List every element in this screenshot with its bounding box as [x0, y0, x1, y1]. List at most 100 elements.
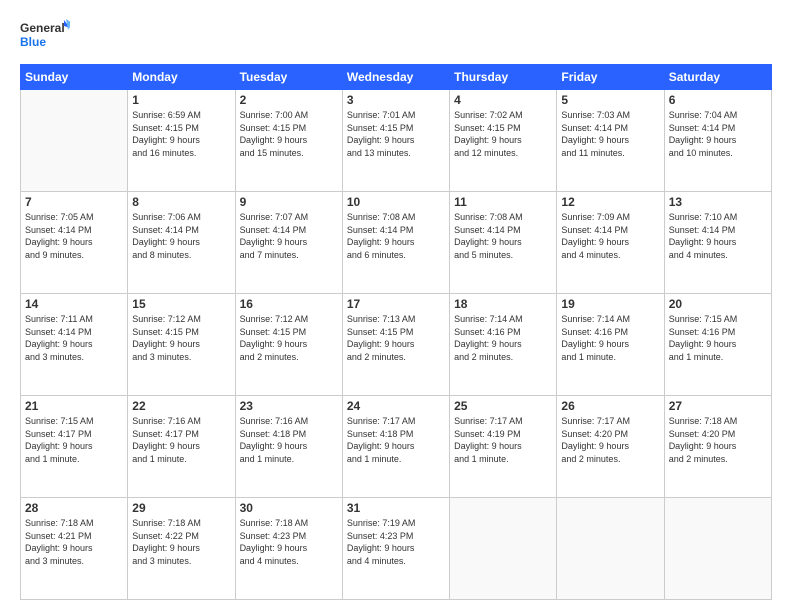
svg-text:Blue: Blue [20, 35, 46, 49]
weekday-header-saturday: Saturday [664, 65, 771, 90]
day-number: 10 [347, 195, 445, 209]
week-row-5: 28 Sunrise: 7:18 AM Sunset: 4:21 PM Dayli… [21, 498, 772, 600]
day-info: Sunrise: 6:59 AM Sunset: 4:15 PM Dayligh… [132, 109, 230, 159]
day-number: 21 [25, 399, 123, 413]
calendar-cell [450, 498, 557, 600]
day-number: 24 [347, 399, 445, 413]
calendar-cell: 15Sunrise: 7:12 AM Sunset: 4:15 PM Dayli… [128, 294, 235, 396]
day-number: 31 [347, 501, 445, 515]
calendar: SundayMondayTuesdayWednesdayThursdayFrid… [20, 64, 772, 600]
day-info: Sunrise: 7:14 AM Sunset: 4:16 PM Dayligh… [561, 313, 659, 363]
day-number: 16 [240, 297, 338, 311]
calendar-cell: 20 Sunrise: 7:15 AM Sunset: 4:16 PM Dayli… [664, 294, 771, 396]
page: General Blue SundayMondayTuesdayWednesda… [0, 0, 792, 612]
header: General Blue [20, 18, 772, 54]
day-info: Sunrise: 7:02 AM Sunset: 4:15 PM Dayligh… [454, 109, 552, 159]
week-row-3: 14 Sunrise: 7:11 AM Sunset: 4:14 PM Dayli… [21, 294, 772, 396]
day-number: 18 [454, 297, 552, 311]
day-info: Sunrise: 7:15 AM Sunset: 4:16 PM Dayligh… [669, 313, 767, 363]
day-number: 14 [25, 297, 123, 311]
day-info: Sunrise: 7:12 AM Sunset: 4:15 PM Dayligh… [240, 313, 338, 363]
day-info: Sunrise: 7:04 AM Sunset: 4:14 PM Dayligh… [669, 109, 767, 159]
day-number: 20 [669, 297, 767, 311]
calendar-cell: 17Sunrise: 7:13 AM Sunset: 4:15 PM Dayli… [342, 294, 449, 396]
calendar-cell: 3 Sunrise: 7:01 AM Sunset: 4:15 PM Daylig… [342, 90, 449, 192]
calendar-cell: 7 Sunrise: 7:05 AM Sunset: 4:14 PM Daylig… [21, 192, 128, 294]
calendar-cell [664, 498, 771, 600]
day-info: Sunrise: 7:11 AM Sunset: 4:14 PM Dayligh… [25, 313, 123, 363]
logo-svg: General Blue [20, 18, 70, 54]
calendar-cell: 29 Sunrise: 7:18 AM Sunset: 4:22 PM Dayli… [128, 498, 235, 600]
day-number: 11 [454, 195, 552, 209]
calendar-cell: 11 Sunrise: 7:08 AM Sunset: 4:14 PM Dayli… [450, 192, 557, 294]
day-info: Sunrise: 7:15 AM Sunset: 4:17 PM Dayligh… [25, 415, 123, 465]
day-number: 3 [347, 93, 445, 107]
day-info: Sunrise: 7:17 AM Sunset: 4:20 PM Dayligh… [561, 415, 659, 465]
day-number: 13 [669, 195, 767, 209]
day-number: 22 [132, 399, 230, 413]
day-info: Sunrise: 7:17 AM Sunset: 4:19 PM Dayligh… [454, 415, 552, 465]
day-info: Sunrise: 7:18 AM Sunset: 4:22 PM Dayligh… [132, 517, 230, 567]
weekday-header-monday: Monday [128, 65, 235, 90]
calendar-cell: 21 Sunrise: 7:15 AM Sunset: 4:17 PM Dayli… [21, 396, 128, 498]
calendar-cell: 22 Sunrise: 7:16 AM Sunset: 4:17 PM Dayli… [128, 396, 235, 498]
day-number: 19 [561, 297, 659, 311]
day-info: Sunrise: 7:14 AM Sunset: 4:16 PM Dayligh… [454, 313, 552, 363]
day-number: 26 [561, 399, 659, 413]
day-info: Sunrise: 7:16 AM Sunset: 4:17 PM Dayligh… [132, 415, 230, 465]
calendar-cell: 4 Sunrise: 7:02 AM Sunset: 4:15 PM Daylig… [450, 90, 557, 192]
calendar-cell: 14 Sunrise: 7:11 AM Sunset: 4:14 PM Dayli… [21, 294, 128, 396]
weekday-header-tuesday: Tuesday [235, 65, 342, 90]
calendar-cell: 25 Sunrise: 7:17 AM Sunset: 4:19 PM Dayli… [450, 396, 557, 498]
weekday-header-friday: Friday [557, 65, 664, 90]
day-info: Sunrise: 7:18 AM Sunset: 4:21 PM Dayligh… [25, 517, 123, 567]
day-number: 4 [454, 93, 552, 107]
day-number: 12 [561, 195, 659, 209]
calendar-cell: 16 Sunrise: 7:12 AM Sunset: 4:15 PM Dayli… [235, 294, 342, 396]
weekday-header-thursday: Thursday [450, 65, 557, 90]
calendar-cell [557, 498, 664, 600]
day-number: 23 [240, 399, 338, 413]
weekday-header-wednesday: Wednesday [342, 65, 449, 90]
day-info: Sunrise: 7:18 AM Sunset: 4:20 PM Dayligh… [669, 415, 767, 465]
calendar-cell: 31 Sunrise: 7:19 AM Sunset: 4:23 PM Dayli… [342, 498, 449, 600]
day-info: Sunrise: 7:05 AM Sunset: 4:14 PM Dayligh… [25, 211, 123, 261]
calendar-cell: 5Sunrise: 7:03 AM Sunset: 4:14 PM Daylig… [557, 90, 664, 192]
day-info: Sunrise: 7:19 AM Sunset: 4:23 PM Dayligh… [347, 517, 445, 567]
day-info: Sunrise: 7:08 AM Sunset: 4:14 PM Dayligh… [454, 211, 552, 261]
day-number: 25 [454, 399, 552, 413]
day-number: 7 [25, 195, 123, 209]
day-number: 9 [240, 195, 338, 209]
calendar-cell: 1 Sunrise: 6:59 AM Sunset: 4:15 PM Daylig… [128, 90, 235, 192]
calendar-cell: 30Sunrise: 7:18 AM Sunset: 4:23 PM Dayli… [235, 498, 342, 600]
calendar-cell: 19 Sunrise: 7:14 AM Sunset: 4:16 PM Dayli… [557, 294, 664, 396]
day-number: 27 [669, 399, 767, 413]
calendar-cell: 26 Sunrise: 7:17 AM Sunset: 4:20 PM Dayli… [557, 396, 664, 498]
day-number: 29 [132, 501, 230, 515]
calendar-cell: 18 Sunrise: 7:14 AM Sunset: 4:16 PM Dayli… [450, 294, 557, 396]
day-info: Sunrise: 7:01 AM Sunset: 4:15 PM Dayligh… [347, 109, 445, 159]
week-row-4: 21 Sunrise: 7:15 AM Sunset: 4:17 PM Dayli… [21, 396, 772, 498]
calendar-cell: 9 Sunrise: 7:07 AM Sunset: 4:14 PM Daylig… [235, 192, 342, 294]
day-number: 2 [240, 93, 338, 107]
day-number: 5 [561, 93, 659, 107]
calendar-cell: 6Sunrise: 7:04 AM Sunset: 4:14 PM Daylig… [664, 90, 771, 192]
day-info: Sunrise: 7:09 AM Sunset: 4:14 PM Dayligh… [561, 211, 659, 261]
day-info: Sunrise: 7:10 AM Sunset: 4:14 PM Dayligh… [669, 211, 767, 261]
day-number: 28 [25, 501, 123, 515]
day-number: 1 [132, 93, 230, 107]
day-info: Sunrise: 7:07 AM Sunset: 4:14 PM Dayligh… [240, 211, 338, 261]
logo: General Blue [20, 18, 70, 54]
calendar-cell: 10Sunrise: 7:08 AM Sunset: 4:14 PM Dayli… [342, 192, 449, 294]
calendar-cell: 13 Sunrise: 7:10 AM Sunset: 4:14 PM Dayli… [664, 192, 771, 294]
day-number: 8 [132, 195, 230, 209]
calendar-cell: 28 Sunrise: 7:18 AM Sunset: 4:21 PM Dayli… [21, 498, 128, 600]
day-info: Sunrise: 7:12 AM Sunset: 4:15 PM Dayligh… [132, 313, 230, 363]
calendar-cell: 27 Sunrise: 7:18 AM Sunset: 4:20 PM Dayli… [664, 396, 771, 498]
calendar-cell: 2Sunrise: 7:00 AM Sunset: 4:15 PM Daylig… [235, 90, 342, 192]
calendar-cell: 24Sunrise: 7:17 AM Sunset: 4:18 PM Dayli… [342, 396, 449, 498]
svg-text:General: General [20, 21, 65, 35]
week-row-2: 7 Sunrise: 7:05 AM Sunset: 4:14 PM Daylig… [21, 192, 772, 294]
calendar-cell: 23Sunrise: 7:16 AM Sunset: 4:18 PM Dayli… [235, 396, 342, 498]
week-row-1: 1 Sunrise: 6:59 AM Sunset: 4:15 PM Daylig… [21, 90, 772, 192]
